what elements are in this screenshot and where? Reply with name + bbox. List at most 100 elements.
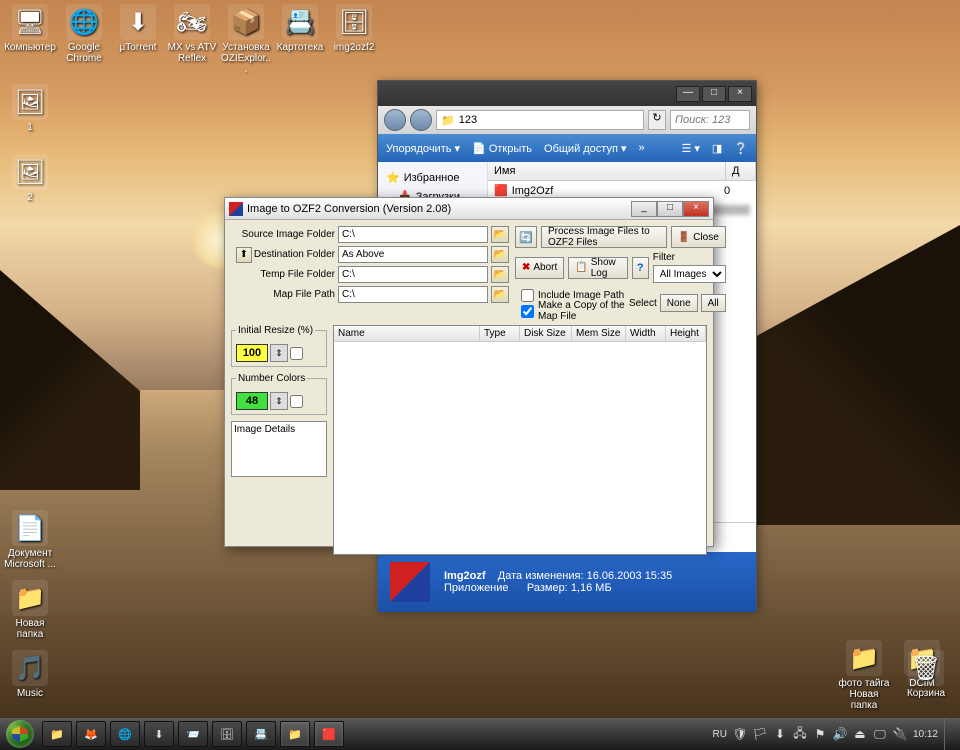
details-icon xyxy=(390,562,430,602)
search-input[interactable] xyxy=(670,110,750,130)
taskbar-item-7[interactable]: 📁 xyxy=(280,721,310,747)
preview-button[interactable]: ◨ xyxy=(712,142,722,155)
more-button[interactable]: » xyxy=(639,142,645,154)
start-button[interactable] xyxy=(0,718,40,750)
col-name[interactable]: Name xyxy=(334,326,480,341)
ozf-maximize-button[interactable]: □ xyxy=(657,201,683,217)
desktop-icon-фото-тайга-новая-папка[interactable]: 📁фото тайга Новая папка xyxy=(838,640,890,711)
tray-utorrent-icon[interactable]: ⬇ xyxy=(773,727,787,741)
showlog-button[interactable]: 📋 Show Log xyxy=(568,257,627,279)
resize-check[interactable] xyxy=(290,347,303,360)
temp-input[interactable] xyxy=(338,266,488,283)
map-browse-button[interactable]: 📂 xyxy=(491,286,509,303)
copy-map-checkbox[interactable]: Make a Copy of the Map File xyxy=(521,303,625,319)
view-button[interactable]: ☰ ▾ xyxy=(681,142,699,155)
ozf-titlebar[interactable]: Image to OZF2 Conversion (Version 2.08) … xyxy=(225,198,713,220)
help-button[interactable]: ❔ xyxy=(734,142,748,155)
source-browse-button[interactable]: 📂 xyxy=(491,226,509,243)
tray-eject-icon[interactable]: ⏏ xyxy=(853,727,867,741)
file-list-header[interactable]: Name Type Disk Size Mem Size Width Heigh… xyxy=(334,326,706,342)
col-name[interactable]: Имя xyxy=(488,162,726,180)
system-tray: RU 🛡 🏳 ⬇ 🖧 ⚑ 🔊 ⏏ 🖵 🔌 10:12 xyxy=(713,718,960,750)
source-input[interactable] xyxy=(338,226,488,243)
process-button[interactable]: Process Image Files to OZF2 Files xyxy=(541,226,667,248)
taskbar-item-0[interactable]: 📁 xyxy=(42,721,72,747)
taskbar-item-4[interactable]: 📨 xyxy=(178,721,208,747)
back-button[interactable] xyxy=(384,109,406,131)
file-list[interactable]: Name Type Disk Size Mem Size Width Heigh… xyxy=(333,325,707,555)
resize-input[interactable] xyxy=(236,344,268,362)
minimize-button[interactable]: — xyxy=(676,86,700,102)
ozf-close-button[interactable]: × xyxy=(683,201,709,217)
taskbar-item-6[interactable]: 📇 xyxy=(246,721,276,747)
desktop-icon-music[interactable]: 🎵Music xyxy=(4,650,56,699)
taskbar-item-2[interactable]: 🌐 xyxy=(110,721,140,747)
recycle-bin-icon: 🗑 xyxy=(908,650,944,686)
help-icon-button[interactable]: ? xyxy=(632,257,649,279)
share-button[interactable]: Общий доступ ▾ xyxy=(544,142,626,155)
desktop-icon-установка-oziexplor...[interactable]: 📦Установка OZIExplor... xyxy=(220,4,272,75)
column-headers[interactable]: Имя Д xyxy=(488,162,756,181)
col-type[interactable]: Type xyxy=(480,326,520,341)
ozf-minimize-button[interactable]: _ xyxy=(631,201,657,217)
desktop-icon-1[interactable]: 🖼1 xyxy=(4,84,56,133)
close-button[interactable]: × xyxy=(728,86,752,102)
desktop-icon-картотека[interactable]: 📇Картотека xyxy=(274,4,326,53)
col-height[interactable]: Height xyxy=(666,326,706,341)
explorer-titlebar[interactable]: — □ × xyxy=(378,81,756,106)
clock[interactable]: 10:12 xyxy=(913,729,938,740)
tray-power-icon[interactable]: 🔌 xyxy=(893,727,907,741)
filter-select[interactable]: All Images xyxy=(653,265,726,283)
taskbar-item-3[interactable]: ⬇ xyxy=(144,721,174,747)
open-button[interactable]: 📄 Открыть xyxy=(472,142,532,155)
desktop-icon-μtorrent[interactable]: ⬇μTorrent xyxy=(112,4,164,53)
dest-browse-button[interactable]: 📂 xyxy=(491,246,509,263)
temp-browse-button[interactable]: 📂 xyxy=(491,266,509,283)
language-indicator[interactable]: RU xyxy=(713,729,727,740)
tray-volume-icon[interactable]: 🔊 xyxy=(833,727,847,741)
show-desktop-button[interactable] xyxy=(944,718,954,750)
dest-up-button[interactable]: ⬆ xyxy=(236,247,252,263)
tray-shield-icon[interactable]: 🛡 xyxy=(733,727,747,741)
tray-network-icon[interactable]: 🖧 xyxy=(793,727,807,741)
colors-check[interactable] xyxy=(290,395,303,408)
select-all-button[interactable]: All xyxy=(701,294,726,312)
col-disksize[interactable]: Disk Size xyxy=(520,326,572,341)
close-button-ozf[interactable]: 🚪 Close xyxy=(671,226,726,248)
source-label: Source Image Folder xyxy=(231,229,335,240)
taskbar-item-5[interactable]: 🗄 xyxy=(212,721,242,747)
icon-glyph: 🖥 xyxy=(12,4,48,40)
dest-input[interactable] xyxy=(338,246,488,263)
resize-spin[interactable]: ⇕ xyxy=(270,344,288,362)
select-none-button[interactable]: None xyxy=(660,294,698,312)
desktop-icon-компьютер[interactable]: 🖥Компьютер xyxy=(4,4,56,53)
desktop-icon-recycle-bin[interactable]: 🗑Корзина xyxy=(900,650,952,699)
colors-spin[interactable]: ⇕ xyxy=(270,392,288,410)
address-bar[interactable]: 📁 123 xyxy=(436,110,644,130)
desktop-icon-google-chrome[interactable]: 🌐Google Chrome xyxy=(58,4,110,64)
desktop-icon-img2ozf2[interactable]: 🗄img2ozf2 xyxy=(328,4,380,53)
maximize-button[interactable]: □ xyxy=(702,86,726,102)
desktop-icon-2[interactable]: 🖼2 xyxy=(4,154,56,203)
refresh-icon-button[interactable]: 🔄 xyxy=(515,226,537,248)
desktop-icon-mx-vs-atv-reflex[interactable]: 🏍MX vs ATV Reflex xyxy=(166,4,218,64)
col-date[interactable]: Д xyxy=(726,162,756,180)
map-input[interactable] xyxy=(338,286,488,303)
refresh-button[interactable]: ↻ xyxy=(648,110,666,130)
desktop-icon-документ-microsoft-...[interactable]: 📄Документ Microsoft ... xyxy=(4,510,56,570)
taskbar-item-8[interactable]: 🟥 xyxy=(314,721,344,747)
organize-button[interactable]: Упорядочить ▾ xyxy=(386,142,460,155)
tray-monitor-icon[interactable]: 🖵 xyxy=(873,727,887,741)
taskbar-item-1[interactable]: 🦊 xyxy=(76,721,106,747)
forward-button[interactable] xyxy=(410,109,432,131)
tray-flag-icon[interactable]: ⚑ xyxy=(813,727,827,741)
sidebar-favorites[interactable]: ⭐ Избранное xyxy=(384,168,481,187)
col-width[interactable]: Width xyxy=(626,326,666,341)
colors-input[interactable] xyxy=(236,392,268,410)
tray-action-icon[interactable]: 🏳 xyxy=(753,727,767,741)
explorer-nav: 📁 123 ↻ xyxy=(378,106,756,134)
desktop-icon-новая-папка[interactable]: 📁Новая папка xyxy=(4,580,56,640)
col-memsize[interactable]: Mem Size xyxy=(572,326,626,341)
icon-glyph: 🗄 xyxy=(336,4,372,40)
abort-button[interactable]: ✖ Abort xyxy=(515,257,564,279)
